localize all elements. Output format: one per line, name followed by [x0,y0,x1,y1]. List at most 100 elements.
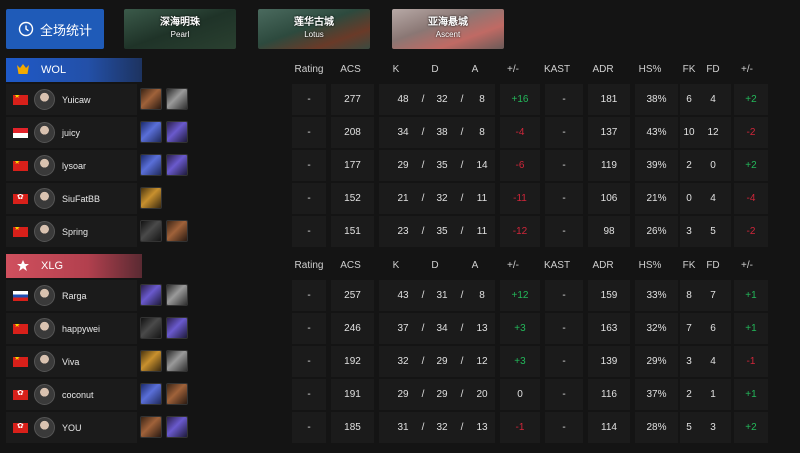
agent-icon [140,317,162,339]
player-name: juicy [62,127,81,138]
hs-cell: 29% [635,346,678,377]
kast-cell: - [545,313,583,344]
player-name: Yuicaw [62,94,91,105]
deaths: 32 [436,193,448,204]
column-header-fk: FK [682,260,696,271]
column-header-d: D [431,260,439,271]
rating-cell: - [292,313,326,344]
player-row[interactable]: lysoar-17729/35/14-6-11939%20+2 [0,150,800,181]
rating-cell: - [292,183,326,214]
rating-cell: - [292,379,326,410]
kda-separator: / [460,127,464,138]
player-name: coconut [62,389,94,400]
column-header-hs: HS% [638,260,662,271]
player-row[interactable]: coconut-19129/29/200-11637%21+1 [0,379,800,410]
kills: 48 [397,94,409,105]
player-row[interactable]: Rarga -257 43/31/8 +12-159 33% 8 7 +1 [0,280,800,311]
kast-cell: - [545,84,583,115]
plus-minus-cell: +16 [500,84,540,115]
fk-fd-cell: 20 [680,150,731,181]
fk-fd-cell: 04 [680,183,731,214]
player-avatar [34,122,55,143]
kills: 31 [397,422,409,433]
assists: 13 [476,323,488,334]
flag-china-icon [13,160,28,171]
first-deaths: 6 [710,323,716,334]
kast-cell: - [545,216,583,247]
player-cell: coconut [6,379,137,410]
player-avatar [34,318,55,339]
column-header-kast: KAST [543,260,571,271]
fk-fd-cell: 53 [680,412,731,443]
kda-separator: / [460,193,464,204]
fk-plus-minus-cell: +2 [734,84,768,115]
kda-separator: / [460,422,464,433]
kda-separator: / [421,422,425,433]
map-tab-lotus[interactable]: 莲华古城 Lotus [258,9,370,49]
agents [140,350,188,374]
agent-icon [140,350,162,372]
column-header-fd: FD [706,260,720,271]
xlg-logo-icon [14,257,32,275]
player-row[interactable]: Spring-15123/35/11-12-9826%35-2 [0,216,800,247]
deaths: 34 [436,323,448,334]
acs-cell: 152 [331,183,374,214]
kast-cell: - [545,280,583,311]
all-stats-label: 全场统计 [39,22,92,38]
kda-cell: 37 / 34 / 13 [379,313,495,344]
kast-cell: - [545,412,583,443]
map-tab-pearl[interactable]: 深海明珠 Pearl [124,9,236,49]
flag-hong-kong-icon [13,193,28,204]
agent-icon [140,88,162,110]
player-row[interactable]: Yuicaw-27748/32/8+16-18138%64+2 [0,84,800,115]
map-name-cn: 深海明珠 [160,17,200,28]
kda-separator: / [421,127,425,138]
adr-cell: 106 [588,183,630,214]
kills: 34 [397,127,409,138]
plus-minus-cell: 0 [500,379,540,410]
rating-cell: - [292,84,326,115]
adr-cell: 116 [588,379,630,410]
agents [140,121,188,145]
player-row[interactable]: juicy -208 34/38/8 -4-137 43% 10 12 -2 [0,117,800,148]
agent-icon [140,187,162,209]
agents [140,383,188,407]
player-row[interactable]: Viva-19232/29/12+3-13929%34-1 [0,346,800,377]
first-kills: 6 [686,94,692,105]
agent-icon [166,416,188,438]
map-tab-ascent[interactable]: 亚海悬城 Ascent [392,9,504,49]
kda-separator: / [421,94,425,105]
column-header-acs: ACS [340,64,361,75]
agent-icon [166,154,188,176]
adr-cell: 98 [588,216,630,247]
player-row[interactable]: happywei-24637/34/13+3-16332%76+1 [0,313,800,344]
kda-cell: 32 / 29 / 12 [379,346,495,377]
player-name: Spring [62,226,89,237]
player-cell: YOU [6,412,137,443]
assists: 12 [476,356,488,367]
first-kills: 0 [686,193,692,204]
hs-cell: 38% [635,84,678,115]
first-kills: 8 [686,290,692,301]
fk-fd-cell: 87 [680,280,731,311]
kda-separator: / [460,226,464,237]
column-header-k: K [392,64,400,75]
kills: 29 [397,389,409,400]
player-name: YOU [62,422,82,433]
flag-indonesia-icon [13,127,28,138]
fk-fd-cell: 21 [680,379,731,410]
adr-cell: 114 [588,412,630,443]
player-cell: Viva [6,346,137,377]
kills: 32 [397,356,409,367]
kills: 37 [397,323,409,334]
all-stats-button[interactable]: 全场统计 [6,9,104,49]
acs-cell: 277 [331,84,374,115]
acs-cell: 192 [331,346,374,377]
kda-cell: 29 / 35 / 14 [379,150,495,181]
fk-fd-cell: 35 [680,216,731,247]
player-row[interactable]: YOU-18531/32/13-1-11428%53+2 [0,412,800,443]
player-avatar [34,155,55,176]
player-cell: Yuicaw [6,84,137,115]
deaths: 32 [436,94,448,105]
player-row[interactable]: SiuFatBB-15221/32/11-11-10621%04-4 [0,183,800,214]
